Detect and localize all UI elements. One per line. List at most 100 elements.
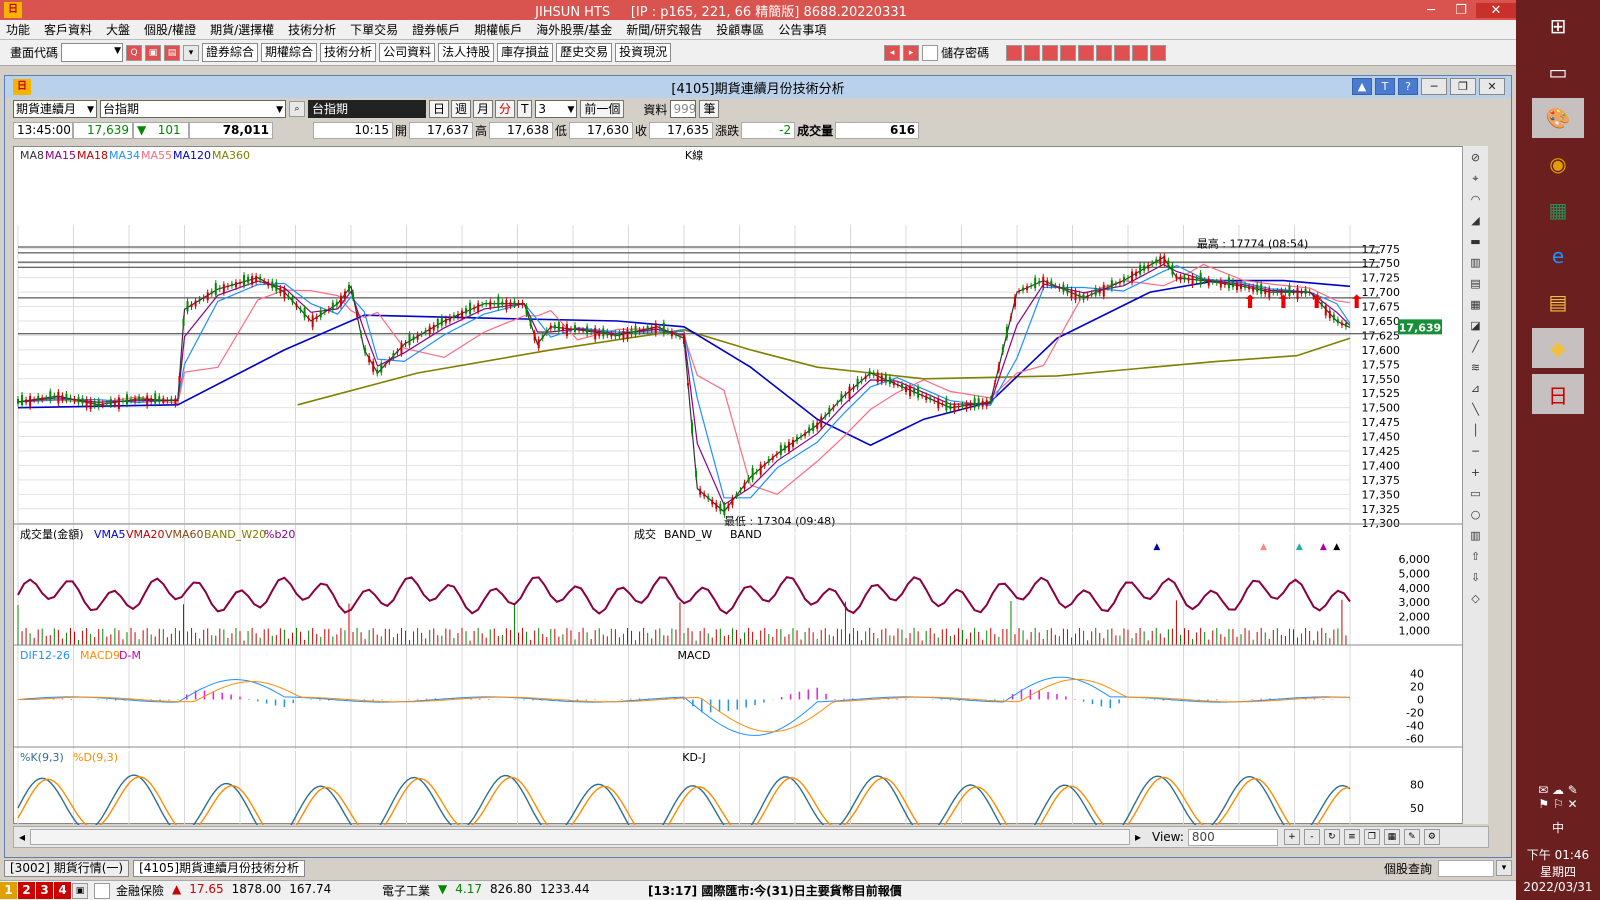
- layout-icon-8[interactable]: [1132, 44, 1149, 61]
- arrow-left-icon[interactable]: ◂: [884, 44, 901, 61]
- draw-tool-icon-18[interactable]: ▥: [1466, 527, 1486, 545]
- chart-minimize-button[interactable]: ─: [1421, 78, 1447, 95]
- period-button-0[interactable]: 日: [429, 100, 450, 118]
- stock-query-button[interactable]: ▾: [1496, 860, 1512, 876]
- draw-tool-icon-13[interactable]: │: [1466, 422, 1486, 440]
- zoom-in-icon[interactable]: +: [1283, 829, 1300, 845]
- period-button-3[interactable]: 分: [495, 100, 516, 118]
- paint-app-icon[interactable]: 🎨: [1532, 98, 1584, 138]
- prev-button[interactable]: 前一個: [580, 100, 625, 118]
- settings-icon[interactable]: ⚙: [1423, 829, 1440, 845]
- chart-close-button[interactable]: ✕: [1479, 78, 1505, 95]
- draw-tool-icon-11[interactable]: ⊿: [1466, 380, 1486, 398]
- stock-query-input[interactable]: [1438, 859, 1494, 877]
- jihsun-hts-icon[interactable]: 日: [1532, 374, 1584, 414]
- save-pwd-checkbox[interactable]: [922, 44, 939, 61]
- sticky-notes-icon[interactable]: ◆: [1532, 328, 1584, 368]
- windows-start-icon[interactable]: ⊞: [1532, 6, 1584, 46]
- file-explorer-icon[interactable]: ▤: [1532, 282, 1584, 322]
- draw-tool-icon-12[interactable]: ╲: [1466, 401, 1486, 419]
- data-count-input[interactable]: 999: [670, 100, 697, 118]
- product-select[interactable]: 台指期: [100, 100, 286, 118]
- up-arrow-icon[interactable]: ▲: [1352, 78, 1372, 95]
- refresh-icon[interactable]: ↻: [1323, 829, 1340, 845]
- period-button-2[interactable]: 月: [473, 100, 494, 118]
- menu-item-0[interactable]: 功能: [6, 21, 30, 38]
- screen-code-combo[interactable]: [61, 43, 124, 62]
- draw-tool-icon-5[interactable]: ▥: [1466, 254, 1486, 272]
- layout-icon-5[interactable]: [1078, 44, 1095, 61]
- mode-select[interactable]: 期貨連續月: [13, 100, 97, 118]
- layout-icon-1[interactable]: [1006, 44, 1023, 61]
- draw-tool-icon-2[interactable]: ◠: [1466, 191, 1486, 209]
- minimize-button[interactable]: ─: [1416, 3, 1446, 18]
- draw-tool-icon-14[interactable]: ─: [1466, 443, 1486, 461]
- toolbar-button-1[interactable]: 期權綜合: [261, 43, 318, 62]
- ime-indicator[interactable]: 中: [1516, 819, 1600, 836]
- toolbar-button-7[interactable]: 投資現況: [615, 43, 672, 62]
- clock-time[interactable]: 下午 01:46: [1516, 846, 1600, 863]
- excel-icon[interactable]: ▦: [1532, 190, 1584, 230]
- num-1[interactable]: 1: [0, 882, 17, 899]
- draw-tool-icon-19[interactable]: ⇧: [1466, 548, 1486, 566]
- layout-icon-4[interactable]: [1060, 44, 1077, 61]
- interval-select[interactable]: 3: [535, 100, 578, 118]
- news-ticker[interactable]: [13:17] 國際匯市:今(31)日主要貨幣目前報價: [648, 882, 902, 899]
- menu-item-8[interactable]: 期權帳戶: [474, 21, 522, 38]
- draw-tool-icon-10[interactable]: ≋: [1466, 359, 1486, 377]
- draw-tool-icon-7[interactable]: ▦: [1466, 296, 1486, 314]
- ie-icon[interactable]: e: [1532, 236, 1584, 276]
- chart-svg[interactable]: 17,77517,75017,72517,70017,67517,65017,6…: [14, 147, 1464, 878]
- menu-item-11[interactable]: 投顧專區: [716, 21, 764, 38]
- tab-4105[interactable]: [4105]期貨連續月份技術分析: [133, 859, 305, 877]
- pen-icon[interactable]: ✎: [1403, 829, 1420, 845]
- draw-tool-icon-4[interactable]: ▬: [1466, 233, 1486, 251]
- menu-item-10[interactable]: 新聞/研究報告: [626, 21, 702, 38]
- draw-tool-icon-16[interactable]: ▭: [1466, 485, 1486, 503]
- toolbar-button-4[interactable]: 法人持股: [438, 43, 495, 62]
- menu-item-6[interactable]: 下單交易: [350, 21, 398, 38]
- menu-item-1[interactable]: 客戶資料: [44, 21, 92, 38]
- calendar-icon[interactable]: ▦: [1383, 829, 1400, 845]
- menu-item-9[interactable]: 海外股票/基金: [536, 21, 612, 38]
- draw-tool-icon-0[interactable]: ⊘: [1466, 149, 1486, 167]
- restore-button[interactable]: ❐: [1446, 3, 1476, 18]
- layout-icon-6[interactable]: [1096, 44, 1113, 61]
- chart-restore-button[interactable]: ❐: [1450, 78, 1476, 95]
- draw-tool-icon-21[interactable]: ◇: [1466, 590, 1486, 608]
- close-button[interactable]: ✕: [1476, 2, 1516, 18]
- toolbar-button-5[interactable]: 庫存損益: [497, 43, 554, 62]
- menu-item-4[interactable]: 期貨/選擇權: [210, 21, 274, 38]
- indicator-icon[interactable]: ≡: [1343, 829, 1360, 845]
- draw-tool-icon-6[interactable]: ▤: [1466, 275, 1486, 293]
- draw-tool-icon-1[interactable]: ⌖: [1466, 170, 1486, 188]
- help-icon[interactable]: ?: [1398, 78, 1418, 95]
- layout-icon-3[interactable]: [1042, 44, 1059, 61]
- scrollbar-track[interactable]: [30, 829, 1130, 845]
- draw-tool-icon-17[interactable]: ○: [1466, 506, 1486, 524]
- period-button-1[interactable]: 週: [451, 100, 472, 118]
- menu-item-3[interactable]: 個股/權證: [144, 21, 196, 38]
- num-4[interactable]: 4: [54, 882, 71, 899]
- menu-item-12[interactable]: 公告事項: [778, 21, 826, 38]
- arrow-right-icon[interactable]: ▸: [903, 44, 920, 61]
- save-icon[interactable]: ▤: [164, 44, 181, 61]
- layout-icon-2[interactable]: [1024, 44, 1041, 61]
- menu-item-7[interactable]: 證券帳戶: [412, 21, 460, 38]
- view-value[interactable]: 800: [1187, 828, 1278, 846]
- toolbar-button-6[interactable]: 歷史交易: [556, 43, 613, 62]
- t-icon[interactable]: T: [1375, 78, 1395, 95]
- toolbar-button-3[interactable]: 公司資料: [379, 43, 436, 62]
- layout-icon-9[interactable]: [1150, 44, 1167, 61]
- zoom-out-icon[interactable]: -: [1303, 829, 1320, 845]
- layout-icon-7[interactable]: [1114, 44, 1131, 61]
- scroll-right-icon[interactable]: ▸: [1130, 830, 1146, 844]
- dropdown-icon[interactable]: ▾: [183, 44, 200, 61]
- toolbar-button-2[interactable]: 技術分析: [320, 43, 377, 62]
- chrome-icon[interactable]: ◉: [1532, 144, 1584, 184]
- menu-item-5[interactable]: 技術分析: [288, 21, 336, 38]
- task-view-icon[interactable]: ▭: [1532, 52, 1584, 92]
- period-button-4[interactable]: T: [517, 100, 533, 118]
- scroll-left-icon[interactable]: ◂: [14, 830, 30, 844]
- search-icon[interactable]: Q: [126, 44, 143, 61]
